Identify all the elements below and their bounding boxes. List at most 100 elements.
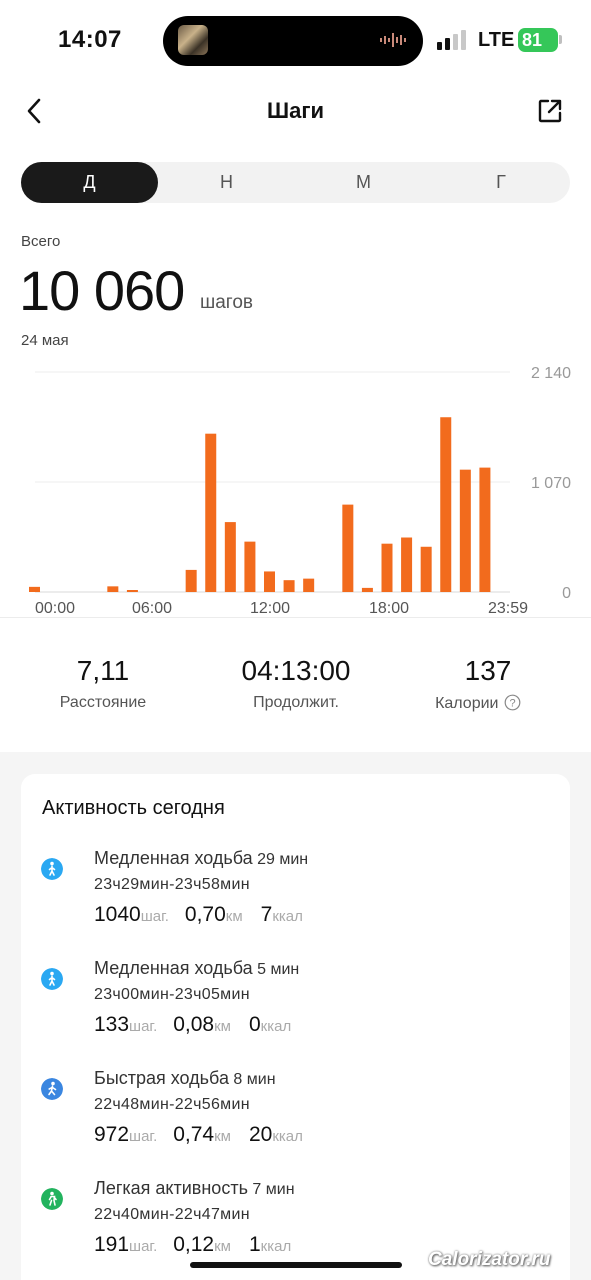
activity-distance-unit: км bbox=[214, 1128, 231, 1145]
x-tick-label: 18:00 bbox=[369, 600, 409, 617]
y-tick-label: 0 bbox=[562, 585, 571, 602]
chart-bar[interactable] bbox=[479, 467, 491, 592]
tab-year[interactable]: Г bbox=[432, 162, 570, 203]
activity-header: Медленная ходьба 29 мин bbox=[94, 848, 308, 869]
y-tick-label: 2 140 bbox=[531, 365, 571, 382]
activity-calories: 20 bbox=[248, 1123, 273, 1146]
activity-header: Медленная ходьба 5 мин bbox=[94, 958, 299, 979]
activity-calories: 0 bbox=[248, 1013, 261, 1036]
audio-wave-icon bbox=[380, 33, 406, 47]
activity-duration: 29 мин bbox=[257, 851, 309, 868]
tab-day[interactable]: Д bbox=[21, 162, 158, 203]
chart-bar[interactable] bbox=[264, 571, 275, 592]
chart-bar[interactable] bbox=[361, 587, 373, 592]
activity-name: Легкая активность bbox=[94, 1178, 248, 1198]
watermark: Calorizator.ru bbox=[428, 1249, 551, 1270]
activity-steps: 972 bbox=[94, 1123, 130, 1146]
fast-walk-icon bbox=[41, 1078, 63, 1100]
total-label: Всего bbox=[21, 233, 61, 250]
duration-value: 04:13:00 bbox=[241, 655, 351, 686]
activity-calories-unit: ккал bbox=[272, 1128, 303, 1145]
chart-bar[interactable] bbox=[205, 433, 217, 592]
page-title: Шаги bbox=[266, 98, 325, 123]
home-indicator[interactable] bbox=[190, 1262, 402, 1268]
battery-cap bbox=[559, 35, 562, 44]
share-icon[interactable] bbox=[537, 98, 563, 124]
activity-time-range: 23ч29мин-23ч58мин bbox=[94, 876, 250, 893]
activity-calories: 7 bbox=[260, 903, 273, 926]
activity-distance: 0,74 bbox=[173, 1123, 215, 1146]
x-tick-label: 00:00 bbox=[35, 600, 75, 617]
cellular-signal-icon bbox=[437, 30, 466, 50]
now-playing-artwork bbox=[178, 25, 208, 55]
activity-calories-unit: ккал bbox=[260, 1238, 292, 1255]
total-steps-value: 10 060 bbox=[19, 259, 185, 322]
activity-metrics: 191шаг. 0,12км 1ккал bbox=[94, 1233, 291, 1257]
x-tick-label: 06:00 bbox=[132, 600, 172, 617]
total-steps-unit: шагов bbox=[200, 292, 253, 313]
distance-label: Расстояние bbox=[59, 694, 147, 711]
chart-bar[interactable] bbox=[283, 580, 295, 592]
activity-title: Активность сегодня bbox=[42, 797, 225, 819]
activity-distance: 0,12 bbox=[173, 1233, 215, 1256]
chart-bar[interactable] bbox=[185, 569, 197, 592]
walk-icon bbox=[41, 968, 63, 990]
light-activity-icon bbox=[41, 1188, 63, 1210]
activity-distance-unit: км bbox=[214, 1018, 231, 1035]
activity-header: Быстрая ходьба 8 мин bbox=[94, 1068, 276, 1089]
activity-metrics: 972шаг. 0,74км 20ккал bbox=[94, 1123, 303, 1147]
tab-week[interactable]: Н bbox=[158, 162, 295, 203]
activity-steps: 133 bbox=[94, 1013, 130, 1036]
activity-distance-unit: км bbox=[214, 1238, 231, 1255]
activity-calories-unit: ккал bbox=[272, 908, 303, 925]
divider bbox=[0, 617, 591, 618]
activity-duration: 7 мин bbox=[252, 1181, 295, 1198]
activity-calories-unit: ккал bbox=[260, 1018, 292, 1035]
tab-month[interactable]: М bbox=[295, 162, 432, 203]
activity-steps-unit: шаг. bbox=[140, 908, 169, 925]
activity-steps-unit: шаг. bbox=[129, 1238, 158, 1255]
x-tick-label: 23:59 bbox=[488, 600, 528, 617]
calories-label-text: Калории bbox=[435, 695, 499, 712]
calories-value: 137 bbox=[464, 655, 512, 686]
activity-name: Медленная ходьба bbox=[94, 848, 253, 868]
x-tick-label: 12:00 bbox=[250, 600, 290, 617]
chart-bar[interactable] bbox=[381, 543, 393, 592]
activity-calories: 1 bbox=[248, 1233, 261, 1256]
status-time: 14:07 bbox=[58, 26, 122, 53]
activity-metrics: 1040шаг. 0,70км 7ккал bbox=[94, 903, 303, 927]
activity-metrics: 133шаг. 0,08км 0ккал bbox=[94, 1013, 291, 1037]
chart-bar[interactable] bbox=[303, 578, 315, 592]
activity-steps: 1040 bbox=[94, 903, 141, 926]
distance-value: 7,11 bbox=[76, 655, 130, 686]
y-tick-label: 1 070 bbox=[531, 475, 571, 492]
chart-bar[interactable] bbox=[459, 469, 471, 592]
chart-bar[interactable] bbox=[420, 546, 432, 592]
activity-distance: 0,08 bbox=[173, 1013, 215, 1036]
chart-bar[interactable] bbox=[401, 537, 413, 592]
chart-bar[interactable] bbox=[107, 586, 119, 592]
activity-header: Легкая активность 7 мин bbox=[94, 1178, 295, 1199]
chart-bar[interactable] bbox=[342, 504, 354, 592]
activity-duration: 5 мин bbox=[257, 961, 300, 978]
chart-bar[interactable] bbox=[440, 417, 452, 592]
chart-bar[interactable] bbox=[244, 541, 256, 592]
steps-bar-chart[interactable]: 2 140 1 070 0 00:00 06:00 12:00 18:00 23:59 bbox=[0, 360, 591, 620]
selected-date: 24 мая bbox=[21, 332, 69, 349]
calories-label: Калории ? bbox=[388, 694, 568, 713]
chart-bar[interactable] bbox=[29, 586, 40, 592]
activity-duration: 8 мин bbox=[233, 1071, 276, 1088]
activity-steps-unit: шаг. bbox=[129, 1018, 158, 1035]
activity-distance-unit: км bbox=[225, 908, 243, 925]
battery-level: 81 bbox=[522, 30, 543, 50]
activity-name: Медленная ходьба bbox=[94, 958, 253, 978]
help-icon[interactable]: ? bbox=[504, 694, 521, 711]
battery-indicator: 81 bbox=[518, 28, 558, 52]
chart-bar[interactable] bbox=[126, 590, 138, 592]
activity-steps: 191 bbox=[94, 1233, 130, 1256]
walk-icon bbox=[41, 858, 63, 880]
chart-bar[interactable] bbox=[224, 522, 236, 592]
activity-name: Быстрая ходьба bbox=[94, 1068, 229, 1088]
period-tabs: Д Н М Г bbox=[21, 162, 570, 203]
duration-label: Продолжит. bbox=[253, 694, 339, 711]
